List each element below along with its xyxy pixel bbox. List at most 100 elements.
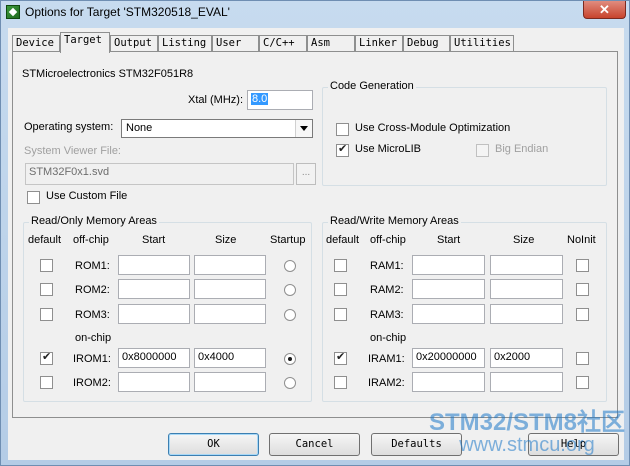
irom2-default-checkbox[interactable] [40, 376, 53, 389]
rom-header-size: Size [215, 234, 237, 246]
code-generation-title: Code Generation [328, 80, 416, 92]
ram1-noinit-checkbox[interactable] [576, 259, 589, 272]
big-endian-checkbox[interactable] [476, 144, 489, 157]
rom1-start-input[interactable] [118, 255, 190, 275]
svd-browse-button[interactable]: ... [296, 163, 316, 185]
irom2-startup-radio[interactable] [284, 377, 296, 389]
rom1-label: ROM1: [75, 260, 110, 272]
keil-app-icon [6, 5, 20, 19]
ram-header-noinit: NoInit [567, 234, 596, 246]
microlib-label: Use MicroLIB [355, 143, 422, 155]
dialog-client: Device Target Output Listing User C/C++ … [8, 28, 624, 460]
tab-output[interactable]: Output [110, 35, 158, 52]
ram3-size-input[interactable] [490, 304, 563, 324]
irom1-label: IROM1: [73, 353, 111, 365]
use-custom-file-checkbox[interactable] [27, 191, 40, 204]
iram1-label: IRAM1: [368, 353, 405, 365]
dialog-window: Options for Target 'STM320518_EVAL' ✕ De… [0, 0, 630, 466]
ram1-size-input[interactable] [490, 255, 563, 275]
xtal-label: Xtal (MHz): [188, 94, 243, 106]
tab-linker[interactable]: Linker [355, 35, 403, 52]
watermark-line1: STM32/STM8社区 [428, 409, 625, 436]
iram2-start-input[interactable] [412, 372, 485, 392]
ram3-default-checkbox[interactable] [334, 308, 347, 321]
iram1-default-checkbox[interactable] [334, 350, 347, 365]
tab-c-cpp[interactable]: C/C++ [259, 35, 307, 52]
microlib-checkbox[interactable] [336, 142, 349, 157]
iram1-start-input[interactable]: 0x20000000 [412, 348, 485, 368]
svd-label: System Viewer File: [24, 145, 121, 157]
rom-onchip-label: on-chip [75, 332, 112, 344]
rom1-default-checkbox[interactable] [40, 259, 53, 272]
iram2-noinit-checkbox[interactable] [576, 376, 589, 389]
watermark-line2: www.stmcu.org [459, 434, 595, 456]
xtal-input[interactable]: 8.0 [247, 90, 313, 110]
ram3-noinit-checkbox[interactable] [576, 308, 589, 321]
os-value: None [126, 122, 153, 134]
ram-header-start: Start [437, 234, 461, 246]
ram-group-title: Read/Write Memory Areas [328, 215, 461, 227]
rom3-size-input[interactable] [194, 304, 266, 324]
cross-module-checkbox[interactable] [336, 123, 349, 136]
irom1-startup-radio[interactable] [284, 353, 296, 365]
os-select[interactable]: None [121, 119, 313, 138]
ram2-noinit-checkbox[interactable] [576, 283, 589, 296]
ok-button[interactable]: OK [168, 433, 259, 456]
ram2-label: RAM2: [370, 284, 404, 296]
cancel-button[interactable]: Cancel [269, 433, 360, 456]
big-endian-label: Big Endian [495, 143, 549, 155]
cross-module-label: Use Cross-Module Optimization [355, 122, 511, 134]
os-label: Operating system: [24, 121, 114, 133]
tab-asm[interactable]: Asm [307, 35, 355, 52]
tab-target[interactable]: Target [60, 32, 110, 53]
iram1-size-input[interactable]: 0x2000 [490, 348, 563, 368]
rom3-start-input[interactable] [118, 304, 190, 324]
svd-file-input[interactable]: STM32F0x1.svd [25, 163, 294, 185]
tab-utilities[interactable]: Utilities [450, 35, 514, 52]
ram-header-default: default [326, 234, 360, 246]
rom1-startup-radio[interactable] [284, 260, 296, 272]
irom1-start-input[interactable]: 0x8000000 [118, 348, 190, 368]
rom-header-start: Start [142, 234, 166, 246]
ram1-start-input[interactable] [412, 255, 485, 275]
xtal-value: 8.0 [251, 93, 269, 105]
rom-header-startup: Startup [270, 234, 306, 246]
irom2-start-input[interactable] [118, 372, 190, 392]
close-button[interactable]: ✕ [583, 1, 626, 19]
tab-listing[interactable]: Listing [158, 35, 212, 52]
iram2-default-checkbox[interactable] [334, 376, 347, 389]
rom3-startup-radio[interactable] [284, 309, 296, 321]
tab-user[interactable]: User [212, 35, 259, 52]
rom-header-offchip: off-chip [73, 234, 109, 246]
ram-header-offchip: off-chip [370, 234, 406, 246]
tab-debug[interactable]: Debug [403, 35, 450, 52]
ram3-start-input[interactable] [412, 304, 485, 324]
rom-group-title: Read/Only Memory Areas [29, 215, 159, 227]
irom2-size-input[interactable] [194, 372, 266, 392]
chevron-down-icon[interactable] [295, 120, 312, 137]
rom-header-default: default [28, 234, 62, 246]
title-bar[interactable]: Options for Target 'STM320518_EVAL' ✕ [1, 1, 630, 25]
irom1-size-input[interactable]: 0x4000 [194, 348, 266, 368]
ram-onchip-label: on-chip [370, 332, 407, 344]
iram1-noinit-checkbox[interactable] [576, 352, 589, 365]
rom2-size-input[interactable] [194, 279, 266, 299]
use-custom-file-label: Use Custom File [46, 190, 128, 202]
site-watermark: STM32/STM8社区 www.stmcu.org [428, 409, 625, 456]
ram2-default-checkbox[interactable] [334, 283, 347, 296]
irom2-label: IROM2: [73, 377, 111, 389]
rom1-size-input[interactable] [194, 255, 266, 275]
ram2-start-input[interactable] [412, 279, 485, 299]
ram1-default-checkbox[interactable] [334, 259, 347, 272]
rom2-startup-radio[interactable] [284, 284, 296, 296]
rom2-default-checkbox[interactable] [40, 283, 53, 296]
irom1-default-checkbox[interactable] [40, 350, 53, 365]
rom3-label: ROM3: [75, 309, 110, 321]
ram2-size-input[interactable] [490, 279, 563, 299]
tab-device[interactable]: Device [12, 35, 60, 52]
iram2-size-input[interactable] [490, 372, 563, 392]
code-generation-group [322, 87, 607, 186]
rom3-default-checkbox[interactable] [40, 308, 53, 321]
device-name: STMicroelectronics STM32F051R8 [22, 68, 194, 80]
rom2-start-input[interactable] [118, 279, 190, 299]
